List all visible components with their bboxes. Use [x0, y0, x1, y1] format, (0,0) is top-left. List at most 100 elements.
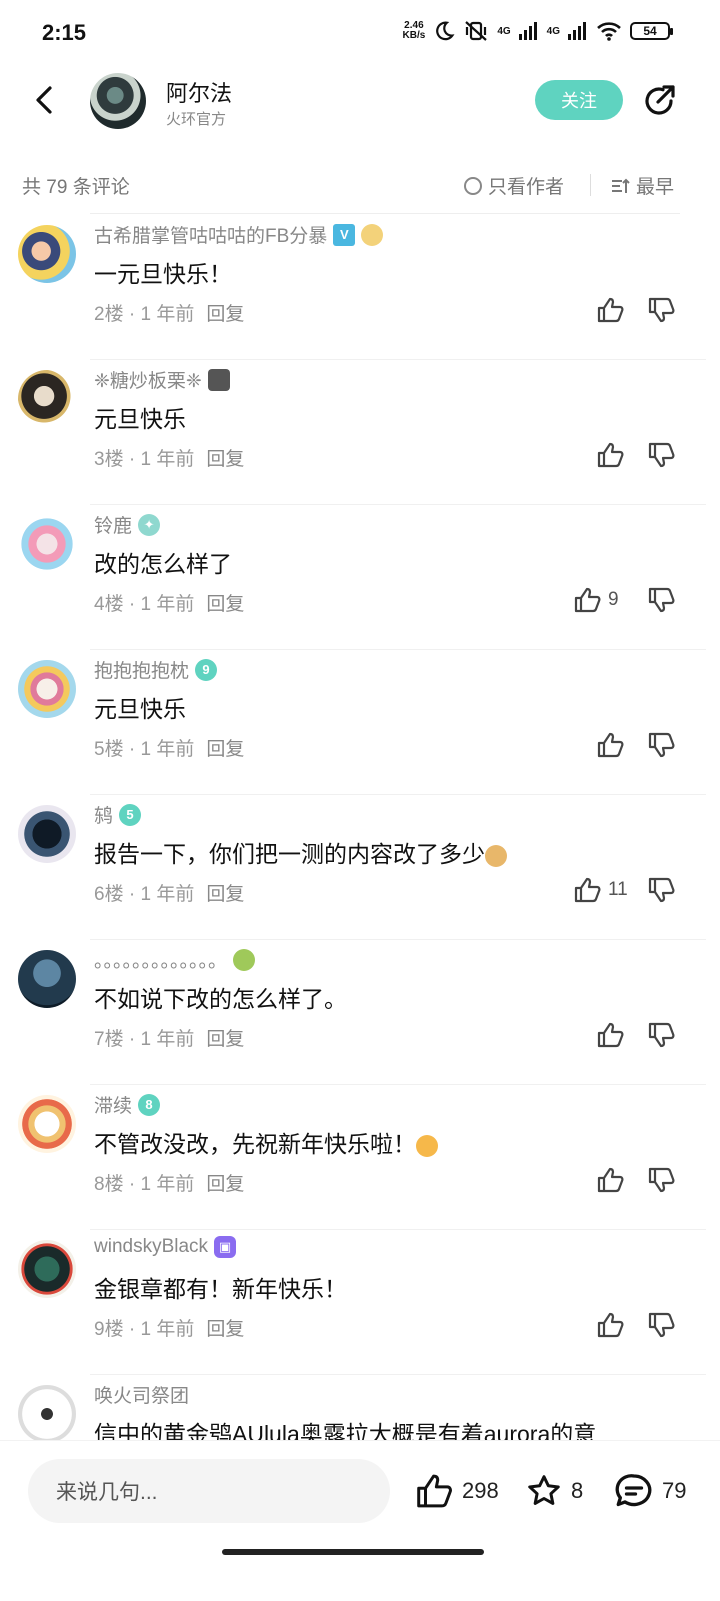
- comment-author[interactable]: ❈糖炒板栗❈: [94, 366, 230, 393]
- comment-item: 。。。。。。。。。。。。。 不如说下改的怎么样了。 7楼 · 1 年前 回复: [0, 940, 720, 1085]
- gamepad-badge-icon: ▣: [214, 1236, 237, 1258]
- like-button[interactable]: 9: [574, 587, 619, 613]
- divider: [90, 213, 680, 214]
- thumbs-down-icon[interactable]: [648, 297, 676, 323]
- signal-icon: [518, 22, 537, 40]
- avatar[interactable]: [18, 1240, 76, 1298]
- comment-text: 一元旦快乐！: [94, 261, 232, 287]
- comment-author[interactable]: 。。。。。。。。。。。。。: [94, 946, 256, 973]
- sort-label: 最早: [636, 177, 675, 198]
- comment-meta: 5楼 · 1 年前 回复: [94, 739, 245, 760]
- comment-meta: 6楼 · 1 年前 回复: [94, 884, 245, 905]
- like-button[interactable]: [597, 1312, 625, 1338]
- like-button[interactable]: [597, 297, 625, 323]
- thumbs-up-icon: [597, 1022, 624, 1048]
- comment-author[interactable]: 唤火司祭团: [94, 1381, 189, 1408]
- sort-toggle[interactable]: 最早: [610, 172, 674, 199]
- reply-button[interactable]: 回复: [206, 1029, 244, 1050]
- like-count: 11: [608, 879, 628, 900]
- comment-item: windskyBlack ▣ 金银章都有！新年快乐！ 9楼 · 1 年前 回复: [0, 1230, 720, 1375]
- thumbs-down-icon[interactable]: [648, 1167, 676, 1193]
- avatar[interactable]: [18, 515, 76, 573]
- wifi-icon: [597, 22, 621, 41]
- thumbs-down-icon[interactable]: [648, 877, 676, 903]
- reply-button[interactable]: 回复: [206, 304, 244, 325]
- avatar-emoji-icon: [233, 948, 256, 971]
- thumbs-down-icon[interactable]: [648, 732, 676, 758]
- author-avatar[interactable]: [90, 73, 146, 129]
- thumbs-up-icon: [597, 1167, 624, 1193]
- thumbs-down-icon[interactable]: [648, 1022, 676, 1048]
- back-arrow-icon[interactable]: [30, 84, 62, 116]
- avatar[interactable]: [18, 805, 76, 863]
- network-speed: 2.46 KB/s: [402, 20, 426, 41]
- reply-button[interactable]: 回复: [206, 449, 244, 470]
- level-badge-icon: ✦: [138, 513, 161, 536]
- comment-item: 古希腊掌管咕咕咕的FB分暴 V 一元旦快乐！ 2楼 · 1 年前 回复: [0, 215, 720, 360]
- level-badge-icon: 8: [138, 1093, 161, 1116]
- comment-author[interactable]: 古希腊掌管咕咕咕的FB分暴 V: [94, 221, 384, 248]
- reply-button[interactable]: 回复: [206, 884, 244, 905]
- share-icon[interactable]: [640, 82, 678, 120]
- thumbs-down-icon[interactable]: [648, 1312, 676, 1338]
- author-subtitle: 火环官方: [166, 111, 227, 128]
- author-name[interactable]: 阿尔法: [166, 76, 232, 108]
- star-icon: [528, 1475, 560, 1505]
- like-button[interactable]: [597, 732, 625, 758]
- comment-count: 共 79 条评论: [22, 177, 130, 198]
- only-author-toggle[interactable]: 只看作者: [464, 172, 564, 199]
- home-indicator[interactable]: [222, 1549, 484, 1555]
- post-like-button[interactable]: 298: [416, 1473, 499, 1509]
- reply-button[interactable]: 回复: [206, 739, 244, 760]
- avatar[interactable]: [18, 950, 76, 1008]
- like-button[interactable]: [597, 1022, 625, 1048]
- signal-icon-2: [568, 22, 586, 40]
- comment-text: 报告一下，你们把一测的内容改了多少: [94, 835, 507, 869]
- avatar[interactable]: [18, 1385, 76, 1443]
- reply-button[interactable]: 回复: [206, 1319, 244, 1340]
- follow-button[interactable]: 关注: [535, 80, 623, 120]
- comments-count: 79: [662, 1478, 687, 1503]
- comments-button[interactable]: 79: [614, 1473, 686, 1509]
- comment-author[interactable]: 鸫 5: [94, 801, 142, 828]
- thumbs-up-icon: [574, 587, 601, 613]
- chat-bubble-icon: [615, 1474, 652, 1507]
- comments-toolbar: 共 79 条评论 只看作者 最早: [0, 160, 720, 206]
- comment-text: 元旦快乐: [94, 406, 186, 432]
- thumbs-up-icon: [597, 732, 624, 758]
- vibrate-off-icon: [465, 21, 488, 41]
- only-author-label: 只看作者: [488, 177, 565, 198]
- comment-text: 改的怎么样了: [94, 551, 232, 577]
- comment-meta: 4楼 · 1 年前 回复: [94, 594, 245, 615]
- favorite-button[interactable]: 8: [525, 1473, 583, 1509]
- comment-author[interactable]: 滞续 8: [94, 1091, 161, 1118]
- status-bar: 2:15 2.46 KB/s 4G 4G 54: [0, 0, 720, 70]
- reply-button[interactable]: 回复: [206, 594, 244, 615]
- post-like-count: 298: [462, 1478, 499, 1503]
- avatar[interactable]: [18, 660, 76, 718]
- comment-meta: 9楼 · 1 年前 回复: [94, 1319, 245, 1340]
- status-time: 2:15: [42, 20, 87, 45]
- like-button[interactable]: 11: [574, 877, 628, 903]
- comment-input[interactable]: 来说几句...: [28, 1459, 390, 1523]
- comment-author[interactable]: 抱抱抱抱枕 9: [94, 656, 218, 683]
- avatar[interactable]: [18, 1095, 76, 1153]
- comment-author[interactable]: windskyBlack ▣: [94, 1236, 237, 1258]
- thumbs-down-icon[interactable]: [648, 442, 676, 468]
- radio-circle-icon: [464, 176, 482, 195]
- sort-icon: [612, 178, 630, 193]
- thumbs-up-icon: [597, 442, 624, 468]
- moon-icon: [436, 21, 455, 41]
- like-button[interactable]: [597, 1167, 625, 1193]
- avatar[interactable]: [18, 225, 76, 283]
- thumbs-up-icon: [597, 297, 624, 323]
- level-badge-icon: 5: [119, 803, 142, 826]
- reply-button[interactable]: 回复: [206, 1174, 244, 1195]
- thumbs-down-icon[interactable]: [648, 587, 676, 613]
- avatar-emoji-icon: [361, 223, 384, 246]
- comment-author[interactable]: 铃鹿 ✦: [94, 511, 161, 538]
- thumbs-up-icon: [597, 1312, 624, 1338]
- avatar[interactable]: [18, 370, 76, 428]
- like-button[interactable]: [597, 442, 625, 468]
- comment-item: ❈糖炒板栗❈ 元旦快乐 3楼 · 1 年前 回复: [0, 360, 720, 505]
